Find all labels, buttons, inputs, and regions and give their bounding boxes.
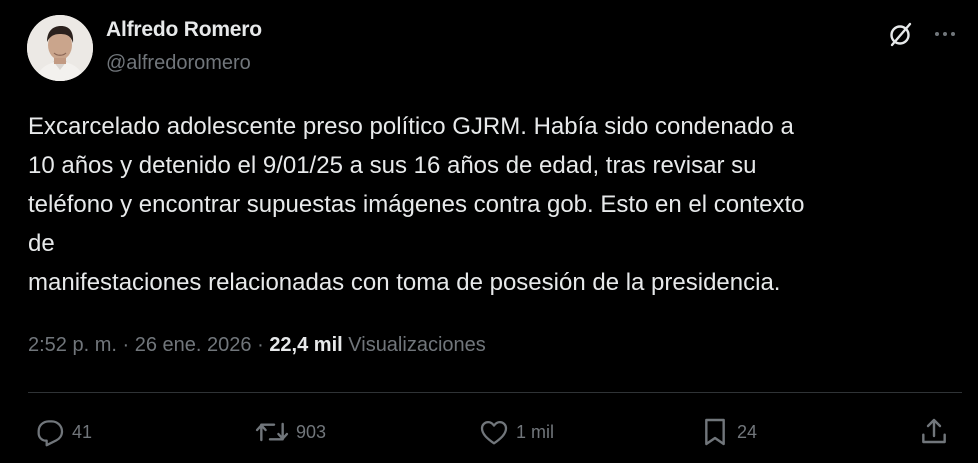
- divider: [28, 392, 962, 393]
- author-avatar[interactable]: [27, 15, 93, 81]
- tweet-text: Excarcelado adolescente preso político G…: [28, 113, 805, 296]
- grok-icon: [890, 22, 912, 47]
- tweet-time[interactable]: 2:52 p. m.: [28, 334, 117, 356]
- bookmark-count: 24: [737, 421, 758, 442]
- share-button[interactable]: [918, 414, 950, 450]
- like-icon: [480, 421, 508, 445]
- tweet-card: Alfredo Romero @alfredoromero Excarcelad…: [0, 0, 978, 463]
- views-count[interactable]: 22,4 mil: [269, 334, 342, 356]
- reply-count: 41: [72, 421, 93, 442]
- grok-button[interactable]: [884, 17, 918, 51]
- repost-icon: [255, 422, 289, 442]
- like-count: 1 mil: [516, 421, 555, 442]
- tweet-meta: 2:52 p. m. · 26 ene. 2026 · 22,4 mil Vis…: [28, 334, 486, 357]
- author-handle[interactable]: @alfredoromero: [106, 52, 251, 75]
- reply-icon: [37, 420, 64, 447]
- meta-separator: ·: [257, 334, 264, 356]
- views-label[interactable]: Visualizaciones: [348, 334, 486, 356]
- more-options-button[interactable]: [928, 17, 962, 51]
- reply-button[interactable]: 41: [34, 414, 92, 450]
- like-button[interactable]: 1 mil: [478, 414, 554, 450]
- more-horizontal-icon: [935, 32, 955, 36]
- avatar-photo: [27, 15, 93, 81]
- share-icon: [922, 418, 946, 444]
- repost-count: 903: [296, 421, 327, 442]
- author-name[interactable]: Alfredo Romero: [106, 18, 262, 42]
- bookmark-button[interactable]: 24: [699, 414, 757, 450]
- tweet-date[interactable]: 26 ene. 2026: [135, 334, 252, 356]
- repost-button[interactable]: 903: [254, 414, 326, 450]
- meta-separator: ·: [122, 334, 130, 356]
- bookmark-icon: [705, 418, 725, 446]
